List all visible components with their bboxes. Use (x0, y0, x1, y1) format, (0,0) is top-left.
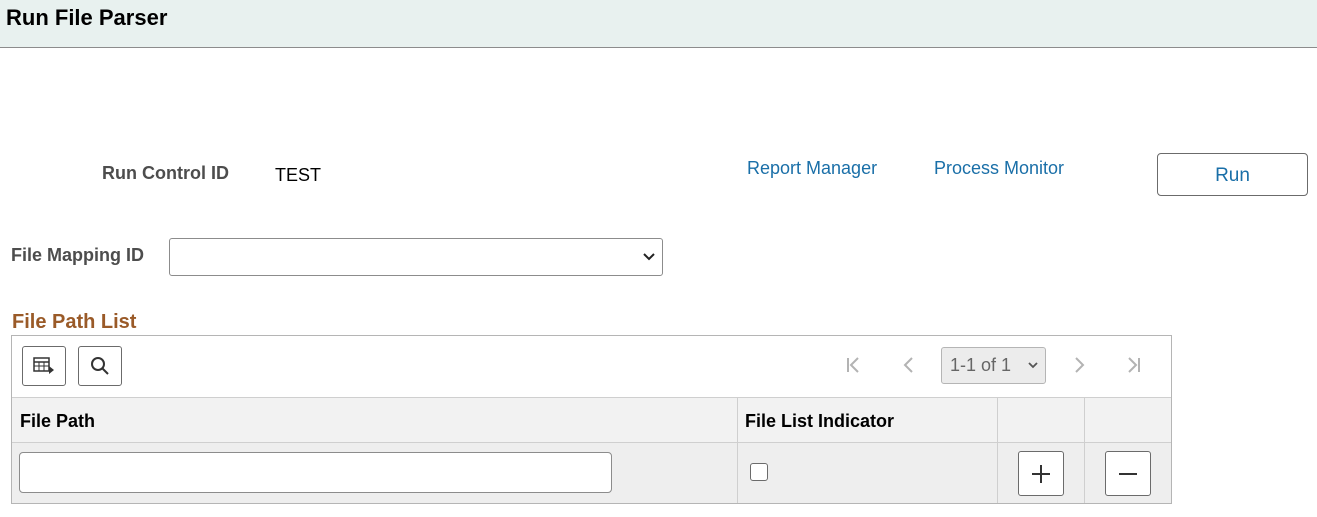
column-divider (1084, 443, 1085, 503)
next-page-icon[interactable] (1070, 356, 1088, 374)
table-row (12, 443, 1171, 503)
pager-text: 1-1 of 1 (950, 355, 1012, 375)
run-control-id-label: Run Control ID (102, 163, 229, 183)
file-path-list-title: File Path List (12, 311, 137, 333)
column-divider (737, 443, 738, 503)
run-control-id-value: TEST (275, 165, 322, 185)
find-button[interactable] (78, 346, 122, 386)
grid-personalize-icon (33, 357, 54, 374)
previous-page-icon[interactable] (900, 356, 918, 374)
column-divider (997, 398, 998, 442)
delete-row-button[interactable] (1105, 451, 1151, 496)
run-button[interactable]: Run (1157, 153, 1308, 196)
add-row-button[interactable] (1018, 451, 1064, 496)
page-header: Run File Parser (0, 0, 1317, 48)
minus-icon (1119, 472, 1137, 475)
column-divider (737, 398, 738, 442)
report-manager-link[interactable]: Report Manager (747, 158, 877, 179)
grid-header-row: File Path File List Indicator (12, 397, 1171, 443)
pager-select[interactable]: 1-1 of 1 (941, 347, 1046, 384)
file-mapping-id-label: File Mapping ID (11, 245, 144, 265)
chevron-down-icon (1028, 362, 1038, 369)
column-header-file-list-indicator[interactable]: File List Indicator (745, 411, 894, 432)
file-path-list-grid: 1-1 of 1 File Path File List Indicator (11, 335, 1172, 504)
file-path-input[interactable] (19, 452, 612, 493)
search-icon (91, 357, 109, 375)
column-divider (1084, 398, 1085, 442)
page-title: Run File Parser (6, 5, 168, 30)
first-page-icon[interactable] (845, 356, 863, 374)
chevron-down-icon (643, 253, 655, 261)
plus-icon (1032, 464, 1050, 483)
file-mapping-id-select[interactable] (169, 238, 663, 276)
file-list-indicator-checkbox[interactable] (750, 463, 768, 481)
column-divider (997, 443, 998, 503)
last-page-icon[interactable] (1124, 356, 1142, 374)
personalize-grid-button[interactable] (22, 346, 66, 386)
process-monitor-link[interactable]: Process Monitor (934, 158, 1064, 179)
column-header-file-path[interactable]: File Path (20, 411, 95, 432)
